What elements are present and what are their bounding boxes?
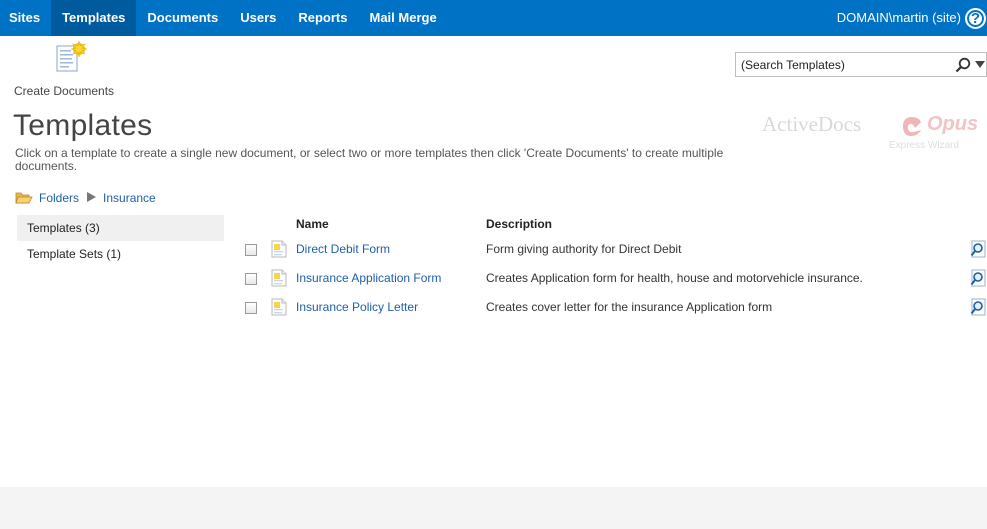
preview-icon[interactable] (970, 269, 987, 287)
search-icon[interactable] (952, 54, 974, 76)
tab-reports[interactable]: Reports (287, 0, 358, 36)
template-doc-icon (270, 297, 288, 317)
tab-sites[interactable]: Sites (0, 0, 51, 36)
search-input[interactable] (736, 54, 952, 75)
breadcrumb: Folders Insurance (15, 190, 156, 206)
folder-icon (15, 192, 33, 204)
left-nav: Templates (3) Template Sets (1) (17, 215, 224, 267)
brand-name: ActiveDocs (762, 112, 862, 136)
column-header-description[interactable]: Description (486, 217, 552, 231)
page-title: Templates (13, 109, 153, 142)
preview-icon[interactable] (970, 298, 987, 316)
template-doc-icon (270, 239, 288, 259)
search-box (735, 52, 987, 77)
create-documents-button[interactable]: Create Documents (14, 38, 129, 98)
template-link[interactable]: Insurance Application Form (296, 271, 441, 285)
create-documents-label: Create Documents (14, 84, 115, 98)
top-nav-bar: Sites Templates Documents Users Reports … (0, 0, 987, 36)
preview-icon[interactable] (970, 240, 987, 258)
breadcrumb-separator-icon (87, 191, 97, 205)
table-row: Insurance Policy Letter Creates cover le… (240, 294, 987, 323)
page-instructions: Click on a template to create a single n… (15, 146, 724, 173)
tab-documents[interactable]: Documents (136, 0, 229, 36)
breadcrumb-folders[interactable]: Folders (39, 191, 79, 205)
ribbon: Create Documents (0, 36, 987, 98)
table-row: Insurance Application Form Creates Appli… (240, 265, 987, 294)
template-link[interactable]: Insurance Policy Letter (296, 300, 418, 314)
brand-logo: ActiveDocs Opus Express Wizard (762, 108, 987, 156)
breadcrumb-insurance[interactable]: Insurance (103, 191, 156, 205)
template-description: Form giving authority for Direct Debit (486, 242, 682, 256)
table-row: Direct Debit Form Form giving authority … (240, 236, 987, 265)
column-header-name[interactable]: Name (296, 217, 329, 231)
footer-strip (0, 487, 987, 529)
template-link[interactable]: Direct Debit Form (296, 242, 390, 256)
template-description: Creates cover letter for the insurance A… (486, 300, 773, 314)
tab-users[interactable]: Users (229, 0, 287, 36)
user-account-menu[interactable]: DOMAIN\martin (site) (837, 0, 961, 36)
create-documents-icon (54, 40, 88, 73)
tab-mail-merge[interactable]: Mail Merge (358, 0, 447, 36)
leftnav-item-templates[interactable]: Templates (3) (17, 215, 224, 241)
leftnav-item-template-sets[interactable]: Template Sets (1) (17, 241, 224, 267)
brand-subtitle: Express Wizard (889, 140, 960, 151)
search-scope-dropdown-icon[interactable] (974, 54, 986, 76)
row-checkbox[interactable] (245, 302, 257, 314)
brand-mark-icon (903, 117, 921, 136)
templates-table: Name Description Direct Debit Form Form … (240, 214, 987, 323)
tab-templates[interactable]: Templates (51, 0, 137, 36)
brand-product: Opus (927, 113, 979, 135)
template-description: Creates Application form for health, hou… (486, 271, 863, 285)
table-header: Name Description (240, 214, 987, 236)
help-icon[interactable]: ? (965, 8, 986, 29)
row-checkbox[interactable] (245, 273, 257, 285)
row-checkbox[interactable] (245, 244, 257, 256)
template-doc-icon (270, 268, 288, 288)
